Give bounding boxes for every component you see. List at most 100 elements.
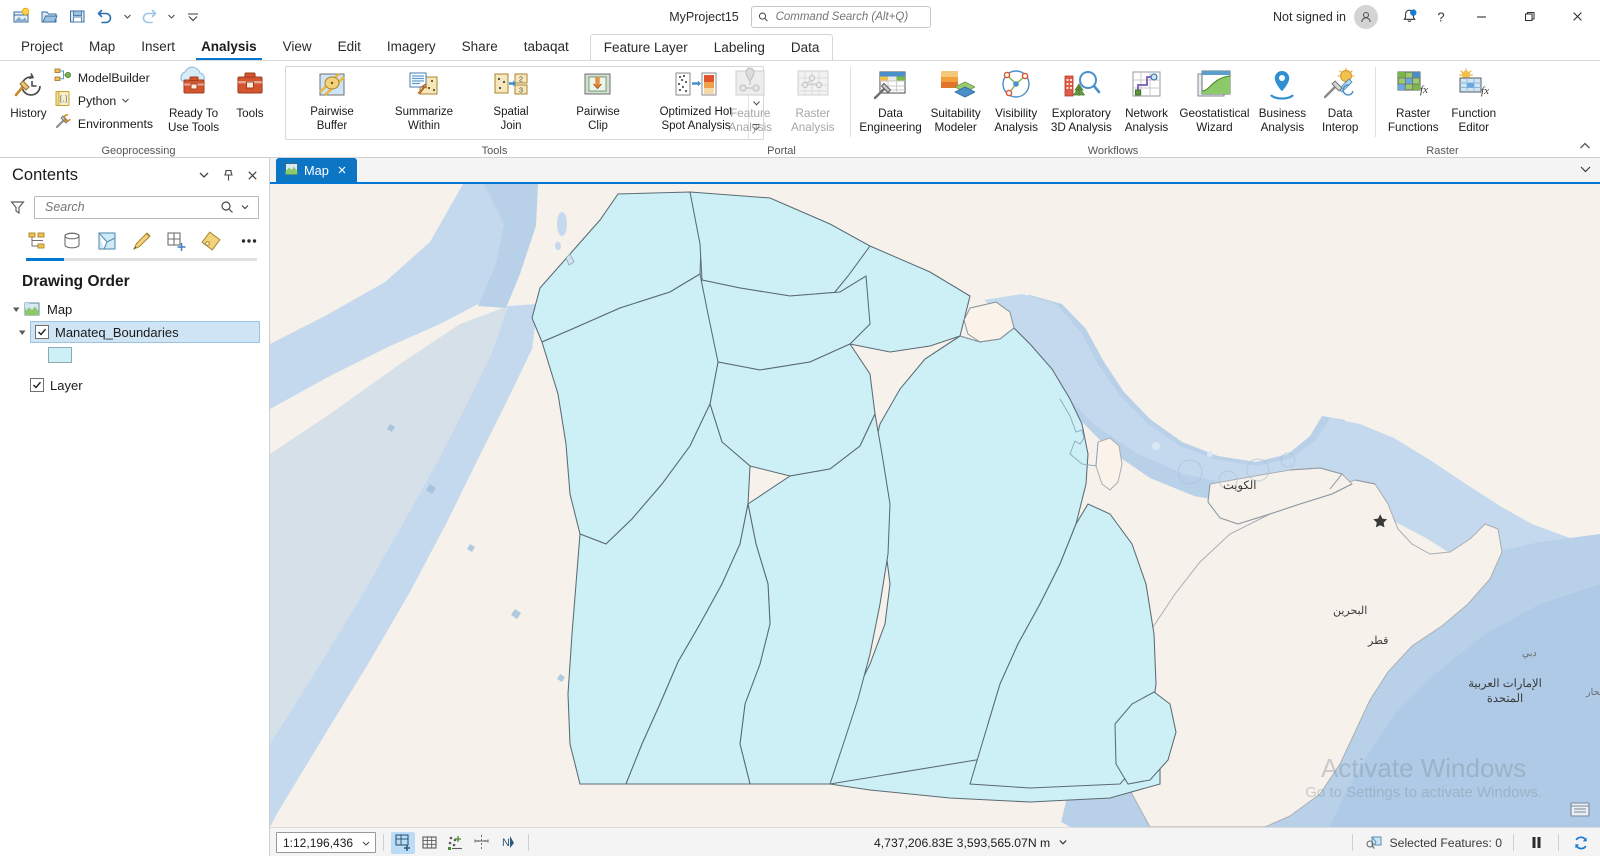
raster-functions-button[interactable]: fx Raster Functions xyxy=(1382,64,1444,136)
map-tab-close-icon[interactable] xyxy=(335,163,349,177)
list-by-editing-icon[interactable] xyxy=(130,228,154,254)
measure-tool[interactable] xyxy=(469,832,493,854)
coordinates-dropdown-icon[interactable] xyxy=(1058,836,1068,850)
pane-pin-icon[interactable] xyxy=(217,164,239,186)
minimize-button[interactable] xyxy=(1458,0,1504,33)
fixed-zoom-tool[interactable] xyxy=(443,832,467,854)
notifications-bell-icon[interactable] xyxy=(1394,4,1424,30)
more-options-icon[interactable] xyxy=(237,228,261,254)
feature-analysis-button[interactable]: Feature Analysis xyxy=(719,64,782,136)
tab-insert[interactable]: Insert xyxy=(128,34,188,60)
map-scale-box[interactable]: 1:12,196,436 xyxy=(276,832,376,853)
modelbuilder-button[interactable]: ModelBuilder xyxy=(51,67,158,89)
feature-analysis-icon xyxy=(730,66,770,104)
list-by-selection-icon[interactable] xyxy=(95,228,119,254)
redo-dropdown-icon[interactable] xyxy=(164,5,178,29)
function-editor-button[interactable]: fx Function Editor xyxy=(1444,64,1503,136)
collapse-ribbon-icon[interactable] xyxy=(1578,139,1594,155)
pause-drawing-icon[interactable] xyxy=(1525,832,1547,854)
tree-item-manateq-boundaries[interactable]: Manateq_Boundaries xyxy=(30,321,260,343)
history-button[interactable]: History xyxy=(6,64,51,123)
tools-gallery-items: Pairwise Buffer Summarize Within 2 3 Spa… xyxy=(286,67,748,139)
contents-search-input[interactable] xyxy=(43,199,218,215)
pane-menu-icon[interactable] xyxy=(193,164,215,186)
basemap-attribution-icon[interactable] xyxy=(1570,801,1592,821)
close-button[interactable] xyxy=(1554,0,1600,33)
save-project-icon[interactable] xyxy=(64,4,90,30)
layer-visibility-checkbox[interactable] xyxy=(35,325,49,339)
raster-analysis-icon xyxy=(793,66,833,104)
layer-visibility-checkbox-2[interactable] xyxy=(30,378,44,392)
tab-imagery[interactable]: Imagery xyxy=(374,34,449,60)
exploratory-3d-analysis-button[interactable]: Exploratory 3D Analysis xyxy=(1045,64,1118,136)
python-button[interactable]: [.] Python xyxy=(51,90,158,112)
contents-search-box[interactable] xyxy=(34,195,259,219)
sign-in-status: Not signed in xyxy=(1273,9,1346,24)
search-options-chevron-icon[interactable] xyxy=(236,202,254,212)
pairwise-buffer-button[interactable]: Pairwise Buffer xyxy=(286,67,378,139)
redo-icon[interactable] xyxy=(136,4,162,30)
refresh-icon[interactable] xyxy=(1570,832,1592,854)
raster-analysis-button[interactable]: Raster Analysis xyxy=(782,64,845,136)
customize-quick-access-icon[interactable] xyxy=(180,4,206,30)
new-project-icon[interactable] xyxy=(8,4,34,30)
map-tabbar-chevron-icon[interactable] xyxy=(1579,161,1592,179)
open-project-icon[interactable] xyxy=(36,4,62,30)
visibility-analysis-button[interactable]: Visibility Analysis xyxy=(987,64,1045,136)
tab-tabaqat[interactable]: tabaqat xyxy=(511,34,582,60)
filter-funnel-icon[interactable] xyxy=(6,200,28,215)
list-by-drawing-order-icon[interactable] xyxy=(26,228,50,254)
arcgis-pro-window: MyProject15 Not signed in xyxy=(0,0,1600,856)
chevron-down-icon[interactable] xyxy=(121,92,130,110)
svg-text:?: ? xyxy=(1437,9,1444,24)
account-avatar-icon[interactable] xyxy=(1354,4,1378,29)
summarize-within-button[interactable]: Summarize Within xyxy=(378,67,470,139)
tab-edit[interactable]: Edit xyxy=(325,34,374,60)
list-by-snapping-icon[interactable] xyxy=(164,228,188,254)
tree-item-layer[interactable]: Layer xyxy=(0,373,269,397)
full-extent-tool[interactable] xyxy=(417,832,441,854)
tree-item-map[interactable]: Map xyxy=(0,297,269,321)
pairwise-clip-button[interactable]: Pairwise Clip xyxy=(552,67,644,139)
scale-dropdown-icon[interactable] xyxy=(359,839,373,847)
pane-close-icon[interactable] xyxy=(241,164,263,186)
list-by-labeling-icon[interactable] xyxy=(199,228,223,254)
tab-view[interactable]: View xyxy=(270,34,325,60)
history-label: History xyxy=(10,107,47,120)
network-analysis-button[interactable]: Network Analysis xyxy=(1118,64,1176,136)
help-icon[interactable]: ? xyxy=(1426,4,1456,30)
expander-icon-manateq[interactable] xyxy=(14,328,30,337)
north-arrow-tool[interactable]: N xyxy=(495,832,519,854)
tab-project[interactable]: Project xyxy=(8,34,76,60)
undo-icon[interactable] xyxy=(92,4,118,30)
suitability-modeler-button[interactable]: Suitability Modeler xyxy=(924,64,987,136)
tab-labeling[interactable]: Labeling xyxy=(701,36,778,60)
tab-data[interactable]: Data xyxy=(778,36,833,60)
search-icon[interactable] xyxy=(218,200,236,214)
tab-share[interactable]: Share xyxy=(449,34,511,60)
modelbuilder-label: ModelBuilder xyxy=(77,71,150,85)
tab-map[interactable]: Map xyxy=(76,34,128,60)
layer-symbol-swatch[interactable] xyxy=(48,347,72,363)
environments-button[interactable]: Environments xyxy=(51,113,158,135)
list-by-data-source-icon[interactable] xyxy=(61,228,85,254)
command-search-box[interactable] xyxy=(750,5,931,28)
explore-tool[interactable] xyxy=(391,831,415,854)
environments-icon xyxy=(54,112,73,136)
tab-feature-layer[interactable]: Feature Layer xyxy=(591,36,701,60)
data-interop-button[interactable]: Data Interop xyxy=(1311,64,1369,136)
expander-icon[interactable] xyxy=(8,305,24,314)
undo-dropdown-icon[interactable] xyxy=(120,5,134,29)
maximize-restore-button[interactable] xyxy=(1506,0,1552,33)
tree-item-symbol-swatch[interactable] xyxy=(0,343,269,367)
command-search-input[interactable] xyxy=(773,9,924,24)
spatial-join-button[interactable]: 2 3 Spatial Join xyxy=(470,67,552,139)
ready-to-use-tools-button[interactable]: Ready To Use Tools xyxy=(158,64,229,136)
data-engineering-button[interactable]: Data Engineering xyxy=(857,64,924,136)
business-analysis-button[interactable]: Business Analysis xyxy=(1254,64,1312,136)
map-canvas[interactable]: الكويت البحرين قطر الإمارات العربية المت… xyxy=(270,184,1600,827)
tab-analysis[interactable]: Analysis xyxy=(188,34,270,60)
map-tab[interactable]: Map xyxy=(276,158,357,182)
geostatistical-wizard-button[interactable]: Geostatistical Wizard xyxy=(1175,64,1253,136)
tools-button[interactable]: Tools xyxy=(229,64,271,123)
